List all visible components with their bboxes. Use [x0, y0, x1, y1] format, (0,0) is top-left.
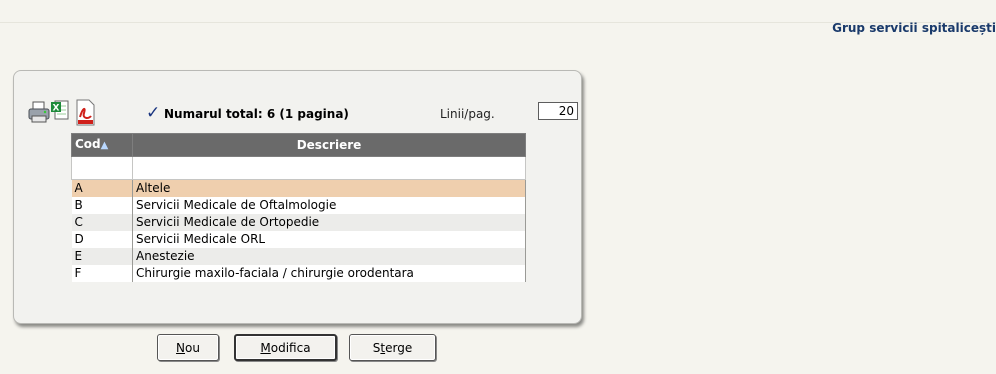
- cell-description: Servicii Medicale de Ortopedie: [132, 214, 526, 231]
- cell-description: Altele: [132, 179, 526, 197]
- new-accesskey: N: [176, 340, 186, 355]
- filter-row: [71, 156, 526, 180]
- cell-description: Servicii Medicale de Oftalmologie: [132, 197, 526, 214]
- filter-descriere-input[interactable]: [132, 156, 526, 180]
- new-button[interactable]: Nou: [157, 334, 219, 361]
- lines-per-page-label: Linii/pag.: [440, 107, 495, 121]
- edit-button[interactable]: Modifica: [234, 334, 337, 361]
- excel-icon[interactable]: X: [50, 99, 70, 126]
- cell-code: F: [71, 265, 133, 282]
- sort-ascending-icon: ▲: [100, 140, 109, 151]
- table-row[interactable]: A Altele: [71, 179, 526, 197]
- data-table: Cod▲ Descriere A Altele B Servicii Medic…: [71, 133, 526, 282]
- cell-description: Chirurgie maxilo-faciala / chirurgie oro…: [132, 265, 526, 282]
- total-count: Numarul total: 6 (1 pagina): [164, 107, 349, 121]
- table-row[interactable]: B Servicii Medicale de Oftalmologie: [71, 197, 526, 214]
- filter-cod-input[interactable]: [71, 156, 133, 180]
- delete-button[interactable]: Sterge: [349, 334, 436, 361]
- cell-code: B: [71, 197, 133, 214]
- cell-description: Servicii Medicale ORL: [132, 231, 526, 248]
- table-row[interactable]: C Servicii Medicale de Ortopedie: [71, 214, 526, 231]
- cell-description: Anestezie: [132, 248, 526, 265]
- table-row[interactable]: D Servicii Medicale ORL: [71, 231, 526, 248]
- grid-toolbar: X ✓ Numarul total: 6 (1 pagina) Linii/pa…: [28, 99, 578, 129]
- pdf-icon[interactable]: [74, 99, 96, 130]
- table-row[interactable]: F Chirurgie maxilo-faciala / chirurgie o…: [71, 265, 526, 282]
- new-label: ou: [185, 340, 200, 355]
- edit-label: odifica: [270, 340, 311, 355]
- edit-accesskey: M: [260, 340, 271, 355]
- page-title: Grup servicii spitalicești: [832, 21, 996, 35]
- cell-code: A: [71, 179, 133, 197]
- column-header-descriere[interactable]: Descriere: [132, 133, 526, 157]
- cell-code: D: [71, 231, 133, 248]
- column-header-cod[interactable]: Cod▲: [71, 133, 133, 157]
- column-header-label: Cod: [75, 137, 101, 151]
- cell-code: C: [71, 214, 133, 231]
- lines-per-page-input[interactable]: [538, 102, 578, 120]
- grid-panel: X ✓ Numarul total: 6 (1 pagina) Linii/pa…: [13, 70, 582, 324]
- svg-text:X: X: [53, 104, 60, 114]
- checkmark-icon[interactable]: ✓: [146, 103, 160, 123]
- cell-code: E: [71, 248, 133, 265]
- table-header: Cod▲ Descriere: [71, 133, 526, 157]
- table-row[interactable]: E Anestezie: [71, 248, 526, 265]
- printer-icon[interactable]: [28, 99, 50, 128]
- top-bar: [0, 0, 996, 23]
- delete-label: erge: [385, 340, 413, 355]
